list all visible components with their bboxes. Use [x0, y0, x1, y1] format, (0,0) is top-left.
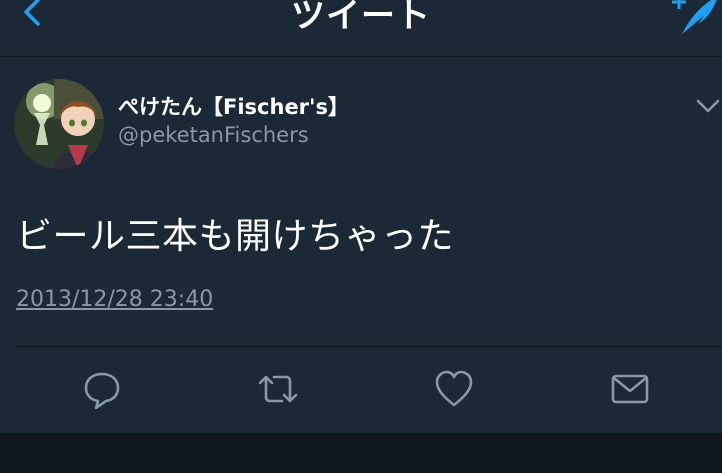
bottom-separator	[0, 433, 722, 473]
reply-icon	[84, 372, 120, 409]
divider	[14, 346, 722, 347]
retweet-icon	[258, 375, 298, 403]
display-name[interactable]: ぺけたん【Fischer's】	[118, 91, 349, 121]
compose-feather-icon[interactable]	[668, 0, 720, 38]
navigation-bar: ツイート	[0, 0, 722, 57]
chevron-down-icon[interactable]	[694, 95, 722, 119]
tweet-detail: ぺけたん【Fischer's】 @peketanFischers ビール三本も開…	[0, 57, 722, 433]
user-handle[interactable]: @peketanFischers	[118, 123, 309, 147]
avatar[interactable]	[14, 79, 104, 169]
reply-button[interactable]	[80, 367, 124, 411]
tweet-text: ビール三本も開けちゃった	[16, 216, 455, 257]
tweet-timestamp[interactable]: 2013/12/28 23:40	[16, 287, 213, 312]
retweet-button[interactable]	[256, 367, 300, 411]
share-button[interactable]	[608, 367, 652, 411]
share-mail-icon	[611, 374, 649, 404]
page-title: ツイート	[291, 0, 431, 36]
like-button[interactable]	[432, 367, 476, 411]
like-icon	[435, 370, 473, 407]
